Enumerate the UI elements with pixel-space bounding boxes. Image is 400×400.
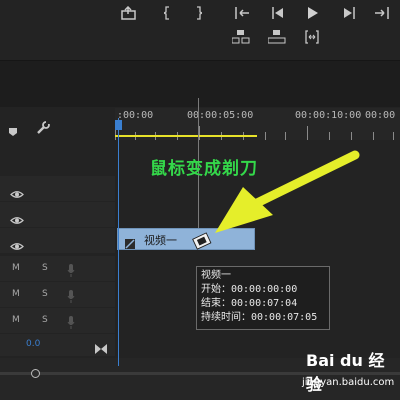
extract-icon[interactable] xyxy=(268,30,286,44)
eye-icon[interactable] xyxy=(10,184,24,198)
clip-name: 视频一 xyxy=(144,234,177,247)
ruler-timecode: 00:00:10:00 xyxy=(295,110,362,121)
marker-icon[interactable] xyxy=(8,122,18,141)
wrench-icon[interactable] xyxy=(36,120,50,139)
mute-toggle[interactable]: M xyxy=(12,289,20,299)
ruler-tick xyxy=(199,126,200,140)
playhead-handle[interactable] xyxy=(115,120,122,130)
ruler-tick xyxy=(329,132,330,140)
master-track-header: 0.0 xyxy=(0,334,115,356)
ruler-tick xyxy=(265,132,266,140)
tooltip-start: 开始：00:00:00:00 xyxy=(201,284,298,295)
eye-icon[interactable] xyxy=(10,236,24,250)
step-forward-icon[interactable] xyxy=(342,6,356,20)
panel-gap xyxy=(0,61,400,107)
tooltip-clip-name: 视频一 xyxy=(201,270,231,281)
solo-toggle[interactable]: S xyxy=(42,289,48,299)
export-frame-icon[interactable] xyxy=(121,6,137,20)
audio-track-header-1: M S xyxy=(0,256,115,281)
time-ruler[interactable]: :00:00 00:00:05:00 00:00:10:00 00:00 xyxy=(115,108,400,140)
audio-track-header-2: M S xyxy=(0,282,115,307)
playhead-line xyxy=(118,118,119,366)
watermark-url: jingyan.baidu.com xyxy=(302,377,395,388)
mute-toggle[interactable]: M xyxy=(12,263,20,273)
mute-toggle[interactable]: M xyxy=(12,315,20,325)
microphone-icon[interactable] xyxy=(67,314,75,333)
transport-controls xyxy=(0,0,400,58)
tooltip-end: 结束：00:00:07:04 xyxy=(201,298,298,309)
timeline-tools xyxy=(0,110,115,145)
solo-toggle[interactable]: S xyxy=(42,263,48,273)
clip-info-tooltip: 视频一 开始：00:00:00:00 结束：00:00:07:04 持续时间：0… xyxy=(196,266,330,330)
ruler-tick xyxy=(393,132,394,140)
mark-out-icon[interactable] xyxy=(196,6,202,20)
ruler-tick xyxy=(285,132,286,140)
step-back-icon[interactable] xyxy=(271,6,285,20)
microphone-icon[interactable] xyxy=(67,288,75,307)
mark-in-icon[interactable] xyxy=(164,6,170,20)
lift-icon[interactable] xyxy=(232,30,250,44)
video-track-header-1 xyxy=(0,228,115,253)
master-volume-value[interactable]: 0.0 xyxy=(26,339,40,349)
video-track-header-2 xyxy=(0,202,115,227)
eye-icon[interactable] xyxy=(10,210,24,224)
video-track-header-3 xyxy=(0,176,115,201)
solo-toggle[interactable]: S xyxy=(42,315,48,325)
ruler-tick xyxy=(373,132,374,140)
zoom-handle[interactable] xyxy=(31,369,40,378)
tooltip-duration: 持续时间：00:00:07:05 xyxy=(201,312,318,323)
go-to-in-icon[interactable] xyxy=(234,6,250,20)
annotation-arrow-icon xyxy=(215,150,360,233)
fx-badge-icon xyxy=(125,234,135,253)
play-icon[interactable] xyxy=(306,6,319,20)
trim-icon[interactable] xyxy=(304,30,320,44)
mark-out-point-icon[interactable] xyxy=(95,339,107,358)
ruler-tick xyxy=(351,132,352,140)
ruler-timecode: 00:00 xyxy=(365,110,396,121)
ruler-timecode: :00:00 xyxy=(117,110,154,121)
ruler-timecode: 00:00:05:00 xyxy=(187,110,254,121)
audio-track-header-3: M S xyxy=(0,308,115,333)
work-area-bar[interactable] xyxy=(115,135,257,137)
microphone-icon[interactable] xyxy=(67,262,75,281)
watermark: Bai du 经验 jingyan.baidu.com xyxy=(300,345,400,400)
go-to-out-icon[interactable] xyxy=(374,6,390,20)
ruler-tick xyxy=(307,126,308,140)
